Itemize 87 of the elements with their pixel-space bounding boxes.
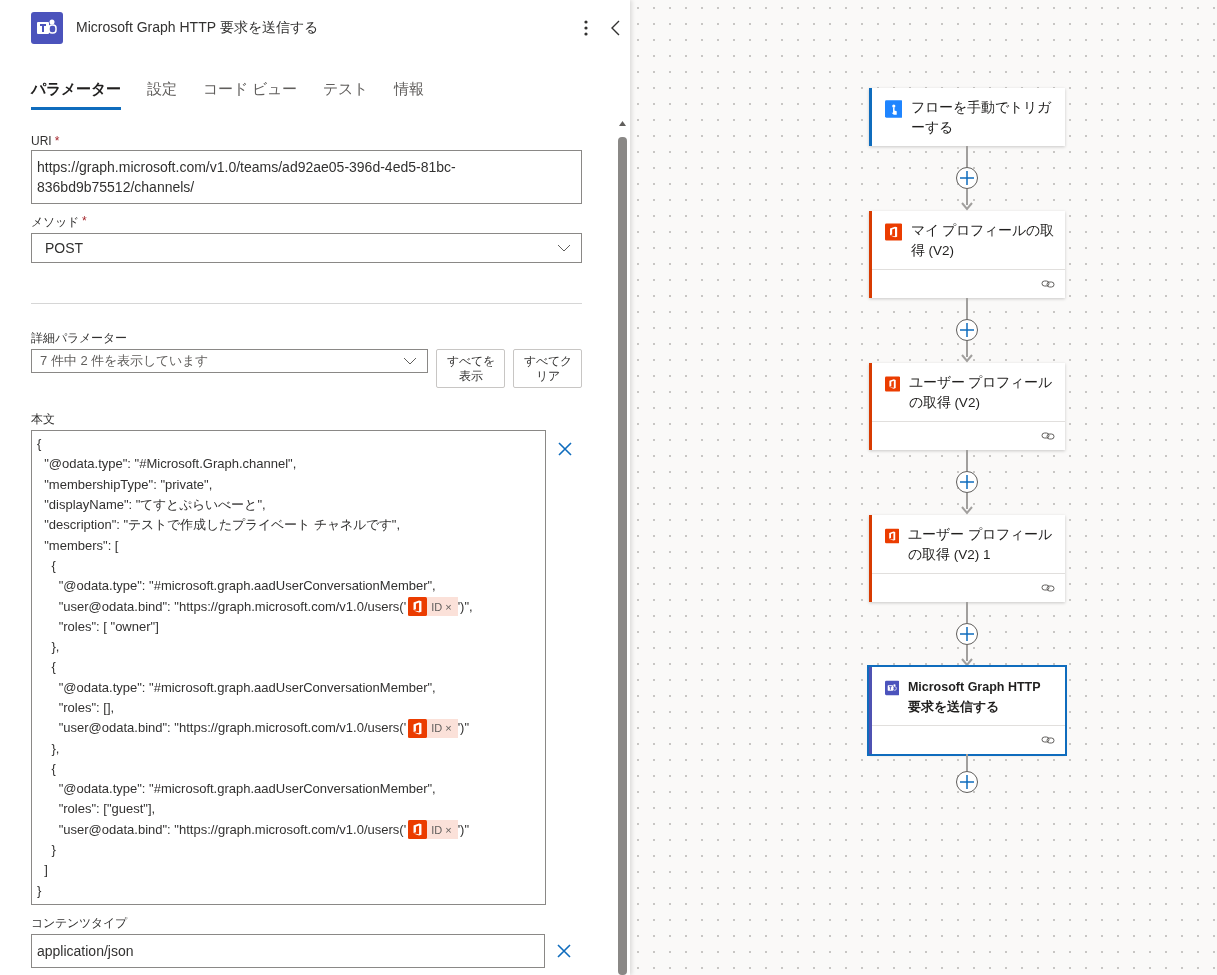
code-line: "displayName": "てすとぷらいべーと",	[43, 496, 266, 515]
flow-step-card[interactable]: ユーザー プロフィールの取得 (V2)	[868, 363, 1065, 450]
code-line: {	[37, 435, 42, 454]
code-line: }	[50, 841, 56, 860]
step-title: フローを手動でトリガーする	[911, 99, 1053, 137]
required-mark: *	[54, 134, 60, 148]
code-line: "user@odata.bind": "https://graph.microsoft.com/v1.0/users('	[57, 820, 407, 839]
link-icon	[1040, 431, 1055, 441]
code-line: "members": [	[43, 536, 119, 555]
teams-icon	[31, 12, 63, 44]
connector-arrow	[960, 298, 973, 363]
link-icon	[1040, 583, 1055, 593]
code-line: ')"	[457, 719, 470, 738]
flow-step-card[interactable]: ユーザー プロフィールの取得 (V2) 1	[868, 515, 1065, 602]
link-icon	[1040, 279, 1055, 289]
add-step-button[interactable]	[955, 471, 978, 493]
code-line: },	[50, 739, 60, 758]
code-line: "roles": [],	[57, 699, 115, 717]
panel-title: Microsoft Graph HTTP 要求を送信する	[76, 19, 319, 37]
dropdown-value: POST	[45, 240, 84, 256]
code-line: "membershipType": "private",	[43, 475, 213, 494]
office-icon	[408, 718, 428, 738]
code-line: "user@odata.bind": "https://graph.microsoft.com/v1.0/users('	[57, 719, 407, 738]
link-icon	[1040, 735, 1055, 745]
action-button[interactable]: すべてクリア	[513, 349, 582, 388]
step-title: マイ プロフィールの取得 (V2)	[910, 222, 1056, 260]
code-line: {	[50, 759, 56, 778]
dynamic-token[interactable]: ID ×	[408, 820, 458, 840]
body-editor[interactable]	[31, 430, 546, 905]
code-line: }	[37, 881, 42, 900]
dropdown-value: 7 件中 2 件を表示しています	[40, 352, 209, 370]
office-icon	[884, 221, 902, 243]
office-icon	[408, 820, 428, 840]
add-step-button[interactable]	[955, 623, 978, 645]
chevron-down-icon	[403, 357, 417, 365]
tab[interactable]: テスト	[323, 79, 369, 110]
action-button[interactable]: すべてを表示	[436, 349, 505, 388]
required-mark: *	[82, 214, 87, 230]
code-line: {	[50, 658, 56, 677]
close-icon[interactable]	[557, 943, 571, 958]
office-icon	[884, 373, 900, 395]
code-line: },	[50, 638, 60, 657]
code-line: "description": "テストで作成したプライベート チャネルです",	[43, 516, 400, 535]
step-title: Microsoft Graph HTTP 要求を送信する	[907, 679, 1042, 716]
code-line: "roles": ["guest"],	[57, 800, 156, 819]
connector-arrow	[960, 602, 973, 667]
add-step-button[interactable]	[955, 771, 978, 793]
tab[interactable]: 設定	[147, 79, 177, 110]
method-dropdown[interactable]: POST	[31, 233, 582, 263]
field-label: メソッド	[31, 214, 79, 231]
dynamic-token[interactable]: ID ×	[408, 597, 458, 616]
close-icon[interactable]	[558, 442, 572, 456]
field-label: URI	[31, 134, 52, 148]
code-line: "@odata.type": "#microsoft.graph.aadUserConversationMember",	[57, 780, 436, 799]
code-line: "user@odata.bind": "https://graph.microsoft.com/v1.0/users('	[57, 597, 407, 616]
code-line: ')",	[457, 597, 473, 616]
code-line: "roles": [ "owner"]	[57, 617, 159, 636]
chevron-down-icon	[557, 244, 571, 252]
connector-arrow	[960, 146, 973, 211]
code-line: {	[50, 556, 56, 575]
flow-step-card[interactable]: Microsoft Graph HTTP 要求を送信する	[868, 667, 1065, 754]
touch-icon	[884, 98, 903, 120]
uri-field[interactable]: https://graph.microsoft.com/v1.0/teams/ad92ae05-396d-4ed5-81bc-836bd9b75512/channels/	[31, 150, 582, 204]
code-line: ]	[43, 861, 48, 880]
step-title: ユーザー プロフィールの取得 (V2) 1	[907, 526, 1053, 564]
dynamic-token[interactable]: ID ×	[408, 718, 458, 738]
advanced-dropdown[interactable]: 7 件中 2 件を表示しています	[31, 349, 428, 373]
tab[interactable]: パラメーター	[31, 79, 121, 110]
field-label: 本文	[31, 411, 55, 428]
flow-step-card[interactable]: マイ プロフィールの取得 (V2)	[868, 211, 1065, 298]
flow-step-card[interactable]: フローを手動でトリガーする	[868, 88, 1065, 146]
tab[interactable]: コード ビュー	[203, 79, 298, 110]
add-step-button[interactable]	[955, 319, 978, 341]
code-line: "@odata.type": "#microsoft.graph.aadUserConversationMember",	[57, 678, 436, 697]
scrollbar[interactable]	[618, 120, 627, 975]
office-icon	[408, 597, 428, 616]
connector-arrow	[960, 450, 973, 515]
field-label: コンテンツタイプ	[31, 914, 127, 932]
field-label: 詳細パラメーター	[31, 330, 127, 347]
code-line: ')"	[457, 820, 470, 839]
code-line: "@odata.type": "#Microsoft.Graph.channel",	[43, 455, 297, 474]
tab[interactable]: 情報	[394, 79, 425, 110]
content-type-field[interactable]: application/json	[31, 933, 545, 968]
add-step-button[interactable]	[955, 167, 978, 189]
step-title: ユーザー プロフィールの取得 (V2)	[908, 374, 1054, 412]
collapse-icon[interactable]	[610, 20, 622, 36]
code-line: "@odata.type": "#microsoft.graph.aadUserConversationMember",	[57, 577, 436, 596]
